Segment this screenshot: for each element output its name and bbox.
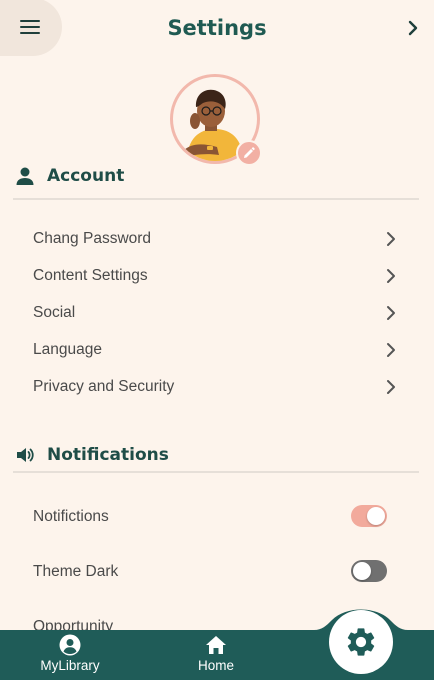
account-section-title: Account <box>47 166 125 186</box>
chevron-right-icon <box>387 268 395 283</box>
account-item-change-password[interactable]: Chang Password <box>0 220 434 257</box>
edit-avatar-button[interactable] <box>236 140 262 166</box>
chevron-right-icon <box>387 342 395 357</box>
chevron-right-icon[interactable] <box>408 20 418 36</box>
notifications-divider <box>13 471 419 473</box>
home-icon <box>206 636 226 654</box>
list-item-label: Chang Password <box>33 229 152 247</box>
page-title: Settings <box>167 16 267 40</box>
account-section-header: Account <box>15 166 124 186</box>
theme-dark-toggle[interactable] <box>351 560 387 582</box>
notifications-item-notifications: Notifictions <box>0 498 434 535</box>
account-item-content-settings[interactable]: Content Settings <box>0 257 434 294</box>
list-item-label: Privacy and Security <box>33 377 175 395</box>
account-item-privacy-security[interactable]: Privacy and Security <box>0 368 434 405</box>
notifications-section-header: Notifications <box>15 445 169 465</box>
settings-fab-button[interactable] <box>329 610 393 674</box>
profile-avatar-area[interactable] <box>170 74 264 168</box>
nav-item-label: Home <box>197 658 234 673</box>
nav-item-home[interactable]: Home <box>171 634 261 673</box>
notifications-toggle[interactable] <box>351 505 387 527</box>
chevron-right-icon <box>387 231 395 246</box>
gear-icon <box>347 628 375 656</box>
toggle-knob <box>353 562 371 580</box>
toggle-knob <box>367 507 385 525</box>
speaker-icon <box>15 445 35 465</box>
notifications-item-theme-dark: Theme Dark <box>0 553 434 590</box>
pencil-icon <box>244 147 255 158</box>
person-icon <box>15 166 35 186</box>
account-divider <box>13 198 419 200</box>
list-item-label: Theme Dark <box>33 562 119 580</box>
account-item-social[interactable]: Social <box>0 294 434 331</box>
list-item-label: Language <box>33 340 102 358</box>
nav-item-mylibrary[interactable]: MyLibrary <box>25 634 115 673</box>
list-item-label: Social <box>33 303 76 321</box>
notifications-section-title: Notifications <box>47 445 169 465</box>
nav-item-label: MyLibrary <box>40 658 100 673</box>
chevron-right-icon <box>387 305 395 320</box>
list-item-label: Notifictions <box>33 507 109 525</box>
settings-screen: Settings Account Chang Password Content … <box>0 0 434 680</box>
list-item-label: Content Settings <box>33 266 148 284</box>
account-item-language[interactable]: Language <box>0 331 434 368</box>
chevron-right-icon <box>387 379 395 394</box>
account-circle-icon <box>59 634 81 656</box>
